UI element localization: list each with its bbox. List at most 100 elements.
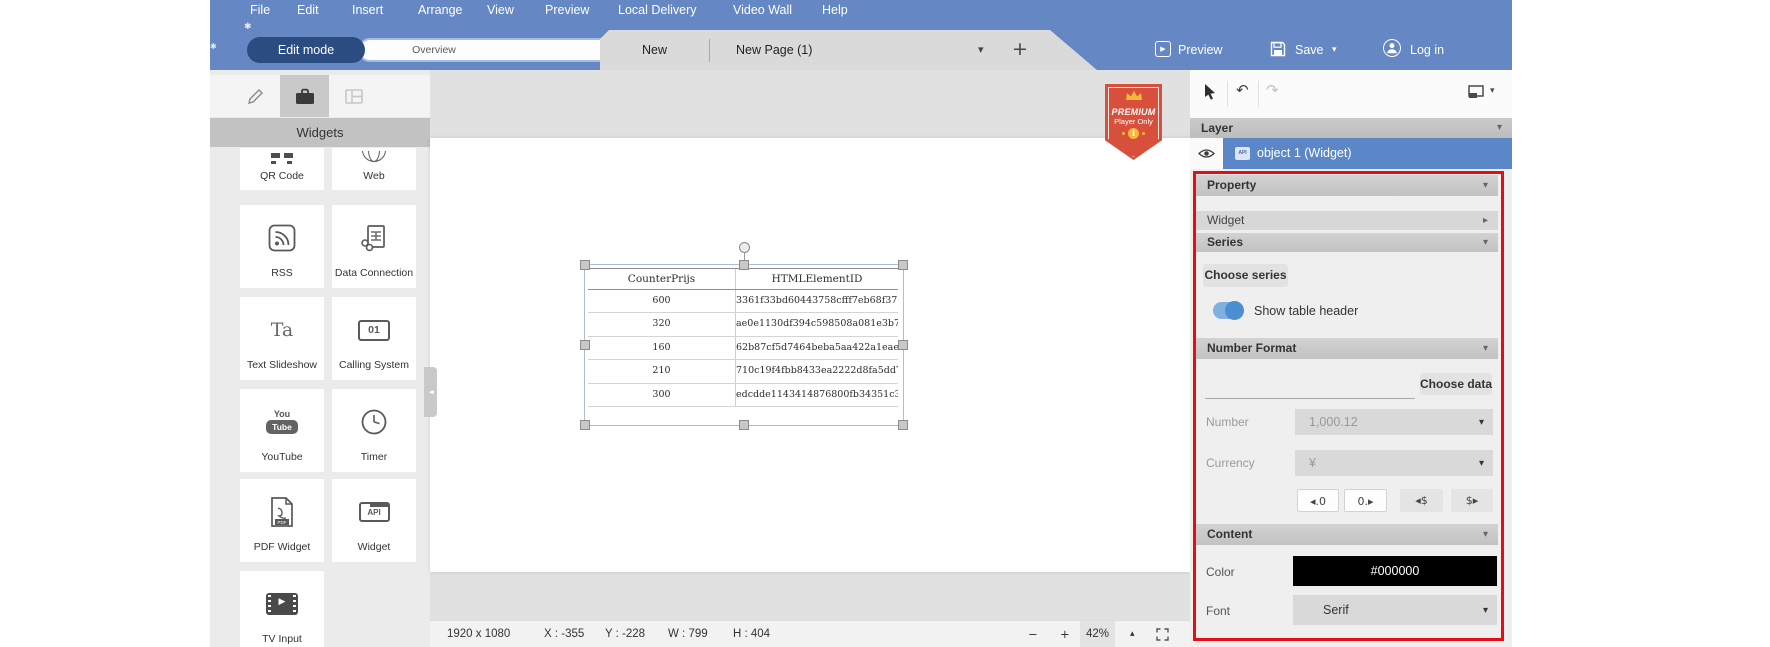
widget-label: Timer bbox=[332, 451, 416, 463]
currency-suffix-button[interactable]: $▸ bbox=[1451, 489, 1493, 512]
selection-y: Y : -228 bbox=[605, 621, 645, 647]
menu-help[interactable]: Help bbox=[822, 2, 848, 19]
font-select[interactable]: Serif ▾ bbox=[1293, 595, 1497, 625]
calling-system-icon: 01 bbox=[358, 320, 390, 341]
selection-box[interactable] bbox=[584, 264, 904, 426]
widget-card-tv-input[interactable]: ▶ TV Input bbox=[240, 571, 324, 647]
selection-x: X : -355 bbox=[544, 621, 584, 647]
menu-arrange[interactable]: Arrange bbox=[418, 2, 462, 19]
design-canvas[interactable]: CounterPrijs HTMLElementID 600 3361f33bd… bbox=[430, 70, 1190, 620]
top-bar: File Edit Insert Arrange View Preview Lo… bbox=[210, 0, 1512, 70]
sidebar-collapse-button[interactable]: ◂◂ bbox=[424, 367, 437, 417]
login-button[interactable]: Log in bbox=[1410, 41, 1444, 59]
caret-down-icon: ▾ bbox=[1479, 450, 1484, 476]
menu-file[interactable]: File bbox=[250, 2, 270, 19]
canvas-resolution: 1920 x 1080 bbox=[447, 621, 510, 647]
increase-decimal-button[interactable]: 0.▸ bbox=[1344, 489, 1387, 512]
caret-down-icon: ▾ bbox=[1479, 409, 1484, 435]
widget-section-header[interactable]: Widget ▸ bbox=[1196, 211, 1498, 230]
widget-card-api-widget[interactable]: API Widget bbox=[332, 479, 416, 562]
currency-select[interactable]: ¥ ▾ bbox=[1295, 450, 1493, 476]
widget-label: Web bbox=[332, 170, 416, 182]
layer-object-row[interactable]: API object 1 (Widget) bbox=[1190, 138, 1512, 169]
resize-handle-se[interactable] bbox=[898, 420, 908, 430]
color-swatch-button[interactable]: #000000 bbox=[1293, 556, 1497, 586]
menu-preview[interactable]: Preview bbox=[545, 2, 589, 19]
property-title: Property bbox=[1207, 178, 1256, 192]
save-dropdown-caret-icon[interactable]: ▾ bbox=[1332, 45, 1337, 55]
zoom-in-button[interactable]: + bbox=[1060, 621, 1070, 647]
resize-handle-nw[interactable] bbox=[580, 260, 590, 270]
caret-down-icon: ▾ bbox=[1483, 338, 1488, 359]
zoom-level[interactable]: 42% bbox=[1080, 621, 1115, 647]
currency-prefix-button[interactable]: ◂$ bbox=[1400, 489, 1443, 512]
menu-insert[interactable]: Insert bbox=[352, 2, 383, 19]
layout-grid-icon bbox=[345, 89, 363, 104]
tab-widgets[interactable] bbox=[280, 75, 329, 117]
widgets-panel-title: Widgets bbox=[210, 118, 430, 147]
align-caret-icon[interactable]: ▾ bbox=[1490, 86, 1495, 96]
selection-w: W : 799 bbox=[668, 621, 708, 647]
toggle-knob bbox=[1225, 301, 1244, 320]
resize-handle-n[interactable] bbox=[739, 260, 749, 270]
toolbar-divider bbox=[1227, 81, 1228, 107]
property-section-header[interactable]: Property ▾ bbox=[1196, 175, 1498, 196]
series-section-header[interactable]: Series ▾ bbox=[1196, 233, 1498, 252]
zoom-out-button[interactable]: − bbox=[1028, 621, 1038, 647]
widget-label: QR Code bbox=[240, 170, 324, 182]
caret-down-icon: ▾ bbox=[1497, 118, 1502, 138]
data-field-input[interactable] bbox=[1205, 376, 1415, 399]
tab-draw-pencil[interactable] bbox=[231, 75, 280, 117]
widget-label: PDF Widget bbox=[240, 541, 324, 553]
widget-card-pdf[interactable]: PDF PDF Widget bbox=[240, 479, 324, 562]
zoom-menu-caret-icon[interactable]: ▴ bbox=[1130, 621, 1135, 647]
save-button[interactable]: Save bbox=[1295, 41, 1324, 59]
menu-local-delivery[interactable]: Local Delivery bbox=[618, 2, 697, 19]
widget-label: TV Input bbox=[240, 633, 324, 645]
tab-new-page-1[interactable]: New Page (1) bbox=[736, 30, 812, 70]
widget-card-qr-code[interactable]: QR Code bbox=[240, 148, 324, 190]
tab-new[interactable]: New bbox=[600, 30, 709, 70]
visibility-eye-icon[interactable] bbox=[1198, 148, 1215, 159]
widget-card-web[interactable]: Web bbox=[332, 148, 416, 190]
undo-button[interactable]: ↶ bbox=[1236, 81, 1249, 99]
widget-card-timer[interactable]: Timer bbox=[332, 389, 416, 472]
number-format-select[interactable]: 1,000.12 ▾ bbox=[1295, 409, 1493, 435]
rotation-handle[interactable] bbox=[739, 242, 750, 253]
layer-object-name: object 1 (Widget) bbox=[1257, 138, 1351, 169]
resize-handle-w[interactable] bbox=[580, 340, 590, 350]
resize-handle-e[interactable] bbox=[898, 340, 908, 350]
menu-edit[interactable]: Edit bbox=[297, 2, 319, 19]
edit-mode-button[interactable]: Edit mode bbox=[247, 37, 365, 63]
menu-view[interactable]: View bbox=[487, 2, 514, 19]
widget-card-calling-system[interactable]: 01 Calling System bbox=[332, 297, 416, 380]
widget-card-rss[interactable]: RSS bbox=[240, 205, 324, 288]
resize-handle-ne[interactable] bbox=[898, 260, 908, 270]
overview-button[interactable]: Overview bbox=[365, 40, 503, 60]
series-section-title: Series bbox=[1207, 235, 1243, 249]
preview-button[interactable]: Preview bbox=[1178, 41, 1222, 59]
badge-inner-ring bbox=[1108, 87, 1159, 157]
resize-handle-s[interactable] bbox=[739, 420, 749, 430]
selection-h: H : 404 bbox=[733, 621, 770, 647]
layer-section-header[interactable]: Layer ▾ bbox=[1190, 118, 1512, 138]
widget-card-text-slideshow[interactable]: Ta Text Slideshow bbox=[240, 297, 324, 380]
add-page-button[interactable]: + bbox=[1012, 30, 1028, 70]
menu-video-wall[interactable]: Video Wall bbox=[733, 2, 792, 19]
preview-play-icon: ▶ bbox=[1155, 41, 1171, 57]
resize-handle-sw[interactable] bbox=[580, 420, 590, 430]
widget-card-youtube[interactable]: You Tube YouTube bbox=[240, 389, 324, 472]
show-table-header-toggle[interactable] bbox=[1213, 302, 1243, 319]
align-layers-icon[interactable] bbox=[1468, 85, 1484, 99]
content-section-header[interactable]: Content ▾ bbox=[1196, 524, 1498, 545]
number-format-section-header[interactable]: Number Format ▾ bbox=[1196, 338, 1498, 359]
widget-card-data-connection[interactable]: Data Connection bbox=[332, 205, 416, 288]
choose-data-button[interactable]: Choose data bbox=[1420, 373, 1492, 395]
select-cursor-icon[interactable] bbox=[1204, 84, 1218, 100]
fullscreen-button[interactable] bbox=[1156, 628, 1169, 642]
tab-dropdown-caret-icon[interactable]: ▾ bbox=[978, 30, 984, 70]
choose-series-button[interactable]: Choose series bbox=[1203, 264, 1288, 287]
decrease-decimal-button[interactable]: ◂.0 bbox=[1297, 489, 1339, 512]
redo-button[interactable]: ↷ bbox=[1266, 81, 1279, 99]
tab-layouts[interactable] bbox=[329, 75, 378, 117]
